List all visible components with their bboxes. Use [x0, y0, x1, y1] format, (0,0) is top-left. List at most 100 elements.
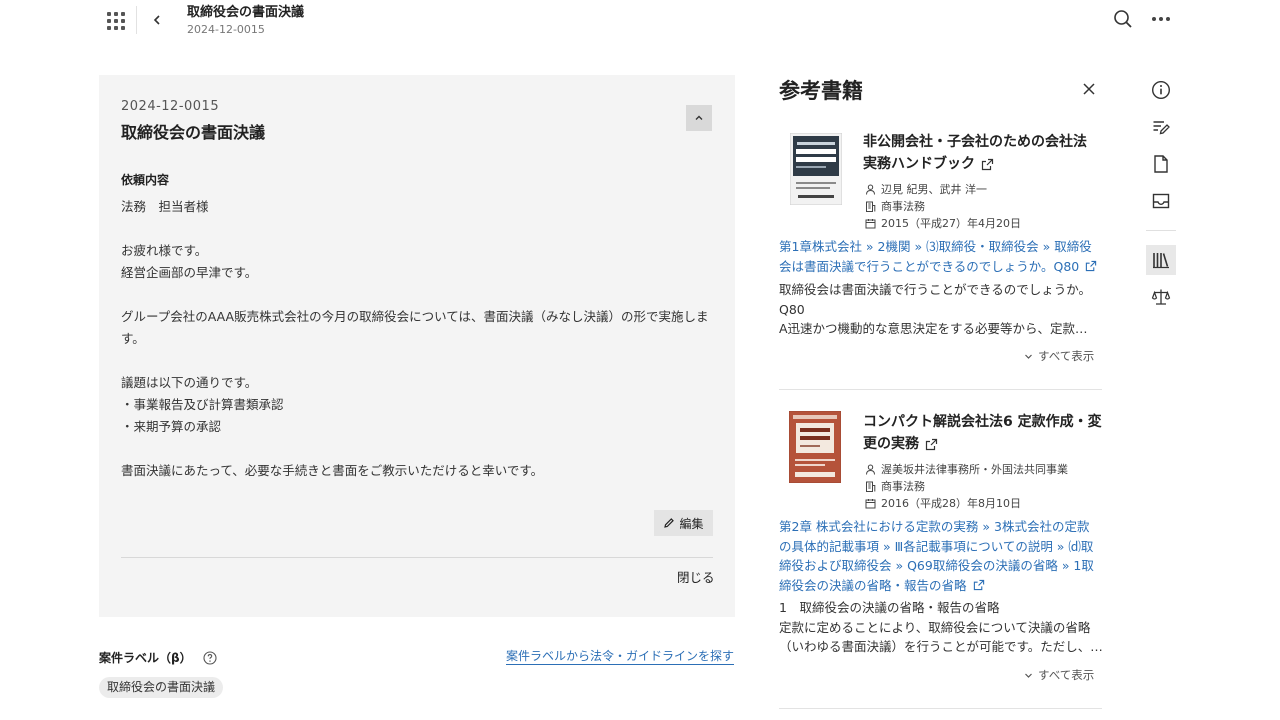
- excerpt-line: A迅速かつ機動的な意思決定をする必要等から、定款…: [779, 321, 1088, 336]
- body-line: グループ会社のAAA販売株式会社の今月の取締役会については、書面決議（みなし決議…: [121, 309, 709, 324]
- show-all-button[interactable]: すべて表示: [1024, 667, 1094, 683]
- divider: [136, 6, 137, 34]
- body-line: 議題は以下の通りです。: [121, 375, 258, 390]
- case-label-tag[interactable]: 取締役会の書面決議: [99, 677, 224, 698]
- body-line: お疲れ様です。: [121, 243, 208, 258]
- rail-notes-button[interactable]: [1148, 114, 1174, 140]
- external-link-icon: [1086, 261, 1097, 272]
- book-title-line: コンパクト解説会社法6 定款作成・変: [863, 414, 1102, 430]
- book-cover[interactable]: [789, 132, 843, 206]
- more-dots-icon: [1152, 17, 1156, 21]
- chevron-down-icon: [1025, 354, 1032, 359]
- excerpt-line: （いわゆる書面決議）を行うことが可能です。ただし、…: [779, 639, 1103, 654]
- chapter-link[interactable]: 第1章株式会社 » 2機関 » ⑶取締役・取締役会 » 取締役 会は書面決議で行…: [779, 237, 1104, 276]
- building-icon: [866, 481, 876, 492]
- author-text: 辺見 紀男、武井 洋一: [881, 183, 987, 196]
- show-all-label: すべて表示: [1038, 668, 1095, 682]
- pencil-icon: [664, 518, 675, 528]
- excerpt-line: 定款に定めることにより、取締役会について決議の省略: [779, 619, 1091, 635]
- close-button[interactable]: 閉じる: [677, 567, 715, 586]
- book-excerpt: 1 取締役会の決議の省略・報告の省略 定款に定めることにより、取締役会について決…: [779, 598, 1104, 657]
- book-title[interactable]: 非公開会社・子会社のための会社法 実務ハンドブック: [863, 131, 1108, 175]
- chapter-line: 締役および取締役会 » Q69取締役会の決議の省略 » 1取: [779, 558, 1094, 573]
- chevron-down-icon: [1025, 673, 1032, 678]
- chapter-line: 会は書面決議で行うことができるのでしょうか。Q80: [779, 258, 1080, 274]
- chevron-up-icon: [695, 115, 703, 120]
- request-card: 2024-12-0015 取締役会の書面決議 依頼内容 法務 担当者様 お疲れ様…: [99, 75, 735, 617]
- divider: [1146, 230, 1176, 231]
- book-excerpt: 取締役会は書面決議で行うことができるのでしょうか。 Q80 A迅速かつ機動的な意…: [779, 280, 1104, 339]
- show-all-label: すべて表示: [1038, 349, 1095, 363]
- author-text: 渥美坂井法律事務所・外国法共同事業: [881, 463, 1068, 476]
- info-icon: [1151, 80, 1171, 100]
- external-link-icon: [925, 438, 938, 450]
- date-text: 2015（平成27）年4月20日: [881, 217, 1021, 230]
- excerpt-line: 1 取締役会の決議の省略・報告の省略: [779, 600, 1000, 615]
- publisher-text: 商事法務: [881, 480, 925, 493]
- more-options-button[interactable]: [1148, 8, 1174, 30]
- chapter-line: 第1章株式会社 » 2機関 » ⑶取締役・取締役会 » 取締役: [779, 239, 1092, 254]
- edit-label: 編集: [679, 516, 704, 531]
- scale-icon: [1151, 289, 1171, 305]
- rail-info-button[interactable]: [1148, 77, 1174, 103]
- divider: [121, 557, 713, 558]
- chevron-left-icon: [153, 15, 160, 25]
- edit-note-icon: [1153, 121, 1170, 135]
- case-label-heading: 案件ラベル（β）: [99, 651, 192, 665]
- book-date: 2016（平成28）年8月10日: [865, 495, 1021, 511]
- book-cover[interactable]: [788, 410, 842, 484]
- book-publisher: 商事法務: [865, 198, 925, 214]
- request-body: 法務 担当者様 お疲れ様です。 経営企画部の早津です。 グループ会社のAAA販売…: [121, 196, 717, 482]
- date-text: 2016（平成28）年8月10日: [881, 497, 1021, 510]
- help-button[interactable]: [203, 650, 217, 665]
- book-title-line: 更の実務: [863, 436, 919, 452]
- book-author: 辺見 紀男、武井 洋一: [865, 181, 987, 197]
- books-icon: [1153, 253, 1169, 269]
- edit-button[interactable]: 編集: [654, 510, 713, 536]
- section-label: 依頼内容: [121, 173, 170, 187]
- panel-close-button[interactable]: [1080, 80, 1098, 98]
- rail-books-button[interactable]: [1146, 245, 1176, 275]
- chapter-line: 第2章 株式会社における定款の実務 » 3株式会社の定款: [779, 519, 1090, 534]
- calendar-icon: [865, 498, 876, 508]
- person-icon: [866, 184, 875, 195]
- find-guidelines-link[interactable]: 案件ラベルから法令・ガイドラインを探す: [506, 649, 735, 665]
- calendar-icon: [865, 218, 876, 228]
- panel-title: 参考書籍: [779, 79, 863, 103]
- book-title[interactable]: コンパクト解説会社法6 定款作成・変 更の実務: [863, 411, 1108, 455]
- rail-law-button[interactable]: [1148, 284, 1174, 310]
- body-line: ・事業報告及び計算書類承認: [121, 397, 284, 412]
- body-line: 経営企画部の早津です。: [121, 265, 258, 280]
- body-line: [121, 218, 717, 240]
- body-line: ・来期予算の承認: [121, 419, 222, 434]
- back-button[interactable]: [146, 9, 168, 31]
- rail-inbox-button[interactable]: [1148, 188, 1174, 214]
- building-icon: [866, 201, 876, 212]
- external-link-icon: [973, 580, 984, 591]
- book-date: 2015（平成27）年4月20日: [865, 215, 1021, 231]
- page-subtitle: 2024-12-0015: [187, 23, 265, 36]
- chapter-link[interactable]: 第2章 株式会社における定款の実務 » 3株式会社の定款 の具体的記載事項 » …: [779, 517, 1104, 595]
- body-line: [121, 284, 717, 306]
- book-author: 渥美坂井法律事務所・外国法共同事業: [865, 461, 1068, 477]
- search-icon: [1114, 10, 1132, 28]
- external-link-icon: [981, 158, 994, 170]
- request-title: 取締役会の書面決議: [121, 123, 266, 142]
- chapter-line: の具体的記載事項 » Ⅲ各記載事項についての説明 » ⒟取: [779, 538, 1094, 554]
- person-icon: [866, 464, 875, 475]
- document-icon: [1154, 155, 1168, 173]
- apps-grid-icon[interactable]: [100, 6, 128, 34]
- page-title: 取締役会の書面決議: [187, 5, 305, 20]
- excerpt-line: Q80: [779, 301, 805, 317]
- publisher-text: 商事法務: [881, 200, 925, 213]
- search-button[interactable]: [1112, 8, 1134, 30]
- body-line: 法務 担当者様: [121, 199, 209, 214]
- inbox-icon: [1152, 193, 1170, 209]
- show-all-button[interactable]: すべて表示: [1024, 348, 1094, 364]
- top-bar: 取締役会の書面決議 2024-12-0015: [0, 0, 1280, 42]
- book-publisher: 商事法務: [865, 478, 925, 494]
- body-line: す。: [121, 331, 145, 346]
- collapse-button[interactable]: [686, 105, 712, 131]
- rail-document-button[interactable]: [1148, 151, 1174, 177]
- body-line: 書面決議にあたって、必要な手続きと書面をご教示いただけると幸いです。: [121, 463, 544, 478]
